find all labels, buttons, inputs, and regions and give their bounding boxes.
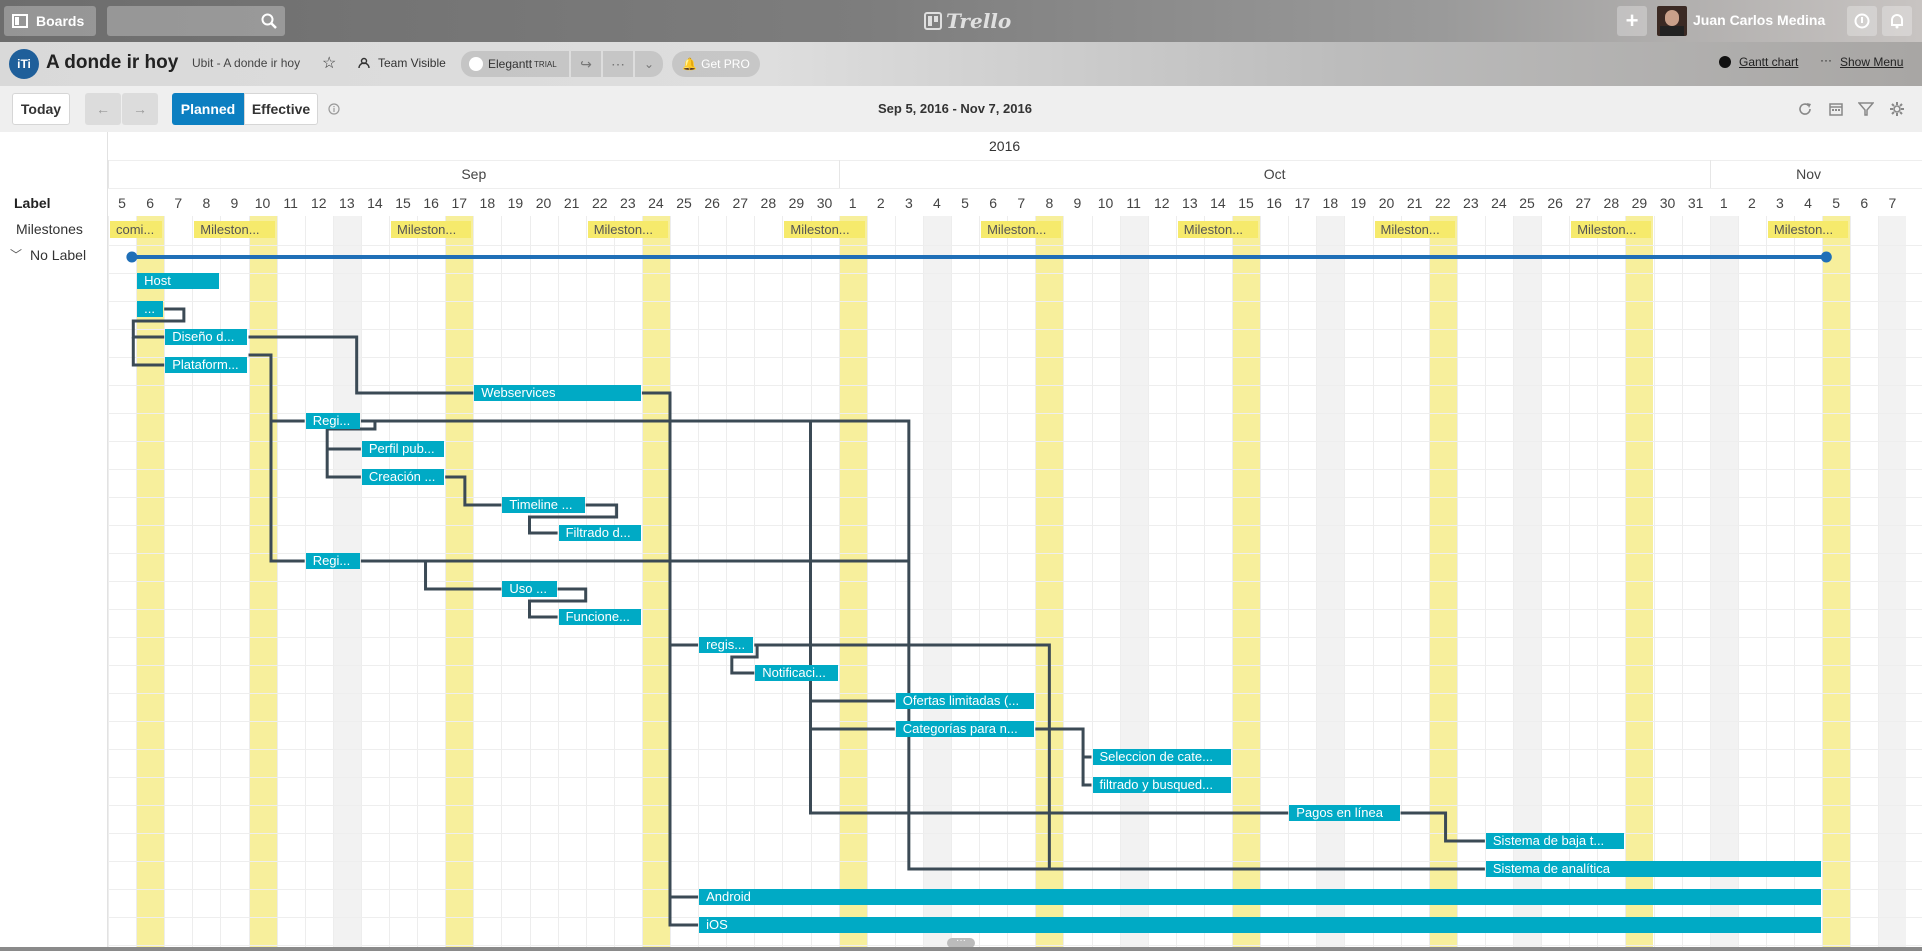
user-name[interactable]: Juan Carlos Medina [1693, 12, 1825, 28]
top-bar: Boards Trello + Juan Carlos Medina [0, 0, 1922, 42]
gear-icon[interactable] [1889, 101, 1905, 117]
task-bar[interactable]: regis... [699, 637, 754, 653]
gantt-chart-link[interactable]: Gantt chart [1739, 55, 1798, 69]
team-icon [358, 57, 370, 69]
task-bar[interactable]: Diseño d... [165, 329, 248, 345]
effective-label: Effective [251, 101, 311, 117]
elegantt-logo-icon [469, 57, 483, 71]
boards-label: Boards [36, 13, 85, 29]
dependency-link [424, 561, 502, 591]
dependency-link [641, 391, 699, 927]
bell-icon: 🔔 [682, 57, 698, 71]
task-bar[interactable]: Funcione... [558, 609, 641, 625]
user-avatar[interactable] [1657, 6, 1687, 36]
task-bar[interactable]: Uso ... [502, 581, 557, 597]
dependency-link [248, 353, 305, 563]
star-icon[interactable]: ☆ [322, 53, 336, 73]
filter-icon[interactable] [1858, 101, 1874, 117]
share-button[interactable]: ↪ [571, 51, 601, 77]
task-bar[interactable]: Regi... [305, 413, 360, 429]
gantt-toolbar: Today ← → Planned Effective Sep 5, 2016 … [0, 86, 1922, 133]
more-icon: ⋯ [611, 55, 625, 72]
info-icon [1854, 13, 1870, 29]
task-bar[interactable]: ... [137, 301, 164, 317]
date-range: Sep 5, 2016 - Nov 7, 2016 [878, 101, 1032, 116]
task-bar[interactable]: Perfil pub... [361, 441, 445, 457]
elegantt-label: Elegantt [488, 57, 533, 71]
arrow-right-icon: → [133, 101, 147, 117]
board-title[interactable]: A donde ir hoy [46, 52, 178, 74]
elegantt-button[interactable]: Elegantt TRIAL [461, 51, 569, 77]
org-logo[interactable]: iTi [9, 49, 39, 79]
task-bar[interactable]: Host [137, 273, 220, 289]
add-button[interactable]: + [1617, 6, 1647, 36]
today-label: Today [20, 101, 62, 117]
notifications-button[interactable] [1882, 6, 1912, 36]
drag-handle-icon: ··· [956, 935, 966, 946]
group-start-handle[interactable] [126, 251, 138, 263]
more-button[interactable]: ⋯ [603, 51, 633, 77]
refresh-icon[interactable] [1797, 101, 1813, 117]
dependency-link [131, 337, 165, 367]
planned-toggle[interactable]: Planned [172, 93, 244, 125]
task-bar[interactable]: Webservices [474, 385, 641, 401]
today-button[interactable]: Today [12, 93, 70, 125]
boards-button[interactable]: Boards [4, 6, 96, 36]
task-bar[interactable]: Filtrado d... [558, 525, 641, 541]
task-bar[interactable]: Notificaci... [755, 665, 838, 681]
task-bar[interactable]: Pagos en línea [1289, 805, 1400, 821]
org-initials: iTi [17, 57, 31, 71]
task-bar[interactable]: Creación ... [361, 469, 445, 485]
task-bar[interactable]: Ofertas limitadas (... [895, 693, 1035, 709]
search-input[interactable] [107, 6, 285, 36]
board-header: iTi A donde ir hoy Ubit - A donde ir hoy… [0, 42, 1922, 86]
task-bar[interactable]: filtrado y busqued... [1092, 777, 1231, 793]
task-bar[interactable]: Android [699, 889, 1822, 905]
task-bar[interactable]: iOS [699, 917, 1822, 933]
get-pro-button[interactable]: 🔔 Get PRO [672, 51, 760, 77]
task-bar[interactable]: Sistema de baja t... [1485, 833, 1625, 849]
boards-icon [12, 14, 28, 28]
trello-logo-text: Trello [946, 9, 1012, 33]
team-board-name[interactable]: Ubit - A donde ir hoy [192, 56, 300, 70]
effective-toggle[interactable]: Effective [244, 93, 318, 125]
chevron-down-icon: ⌄ [643, 57, 655, 71]
bell-icon [1891, 14, 1903, 29]
trello-logo-icon [924, 12, 942, 30]
planned-label: Planned [180, 101, 236, 117]
search-icon [261, 13, 277, 29]
info-icon[interactable] [328, 103, 340, 115]
gantt-chart-icon [1719, 56, 1731, 68]
task-bar[interactable]: Seleccion de cate... [1092, 749, 1231, 765]
task-bar[interactable]: Plataform... [165, 357, 248, 373]
dependency-link [248, 335, 474, 395]
dependency-link [1400, 811, 1485, 843]
dependency-links [126, 251, 1832, 927]
resize-handle[interactable]: ··· [947, 935, 975, 947]
prev-button[interactable]: ← [85, 93, 121, 125]
trello-logo[interactable]: Trello [924, 9, 1011, 33]
show-menu-icon: ··· [1820, 53, 1832, 67]
trial-badge: TRIAL [534, 59, 557, 69]
arrow-left-icon: ← [96, 101, 110, 117]
expand-button[interactable]: ⌄ [635, 51, 663, 77]
task-bar[interactable]: Sistema de analítica [1485, 861, 1822, 877]
get-pro-label: Get PRO [701, 57, 750, 71]
info-button[interactable] [1847, 6, 1877, 36]
gantt-chart: 2016 Sep Oct Nov Label 5 6 7 8 9 10 11 12 13 14 15 16… [0, 132, 1922, 947]
show-menu-link[interactable]: Show Menu [1840, 55, 1903, 69]
next-button[interactable]: → [122, 93, 158, 125]
task-bar[interactable]: Categorías para n... [895, 721, 1035, 737]
task-bar[interactable]: Timeline ... [502, 497, 585, 513]
dependency-link [445, 475, 502, 507]
calendar-icon[interactable] [1828, 101, 1844, 117]
share-icon: ↪ [580, 55, 592, 72]
task-bar[interactable]: Regi... [305, 553, 360, 569]
group-end-handle[interactable] [1820, 251, 1832, 263]
visibility-label[interactable]: Team Visible [378, 56, 446, 70]
